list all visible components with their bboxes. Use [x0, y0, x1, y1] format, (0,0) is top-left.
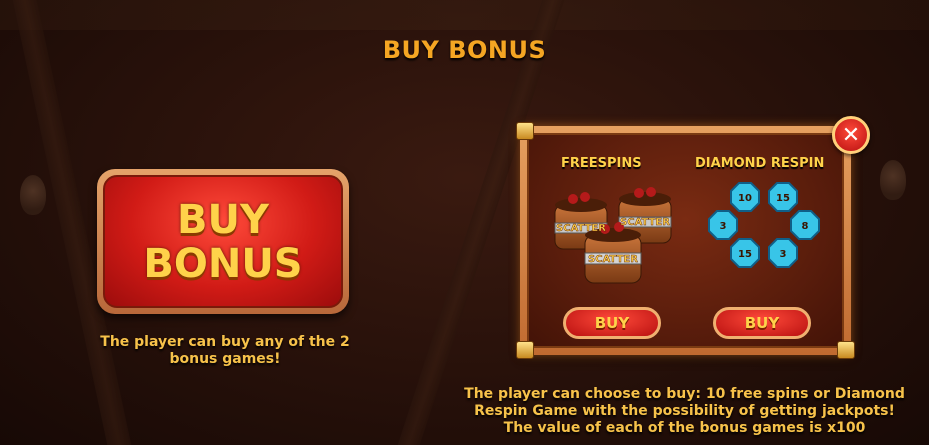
- diamond-respin-buy-button[interactable]: BUY: [713, 307, 811, 339]
- bottom-caption-line3: The value of each of the bonus games is …: [503, 420, 866, 436]
- diamond-gem: 3: [768, 238, 798, 268]
- diamond-gem: 3: [708, 210, 738, 240]
- light-bulb-icon: [880, 160, 906, 200]
- left-caption-line1: The player can buy any of the 2: [100, 334, 350, 350]
- buy-bonus-label-line1: BUY: [177, 196, 269, 243]
- diamond-gem: 15: [730, 238, 760, 268]
- svg-text:15: 15: [776, 193, 790, 204]
- diamond-gem: 15: [768, 182, 798, 212]
- svg-text:3: 3: [720, 221, 727, 232]
- svg-text:15: 15: [738, 249, 752, 260]
- svg-text:8: 8: [802, 221, 809, 232]
- rivet: [516, 122, 534, 140]
- freespins-title: FREESPINS: [561, 156, 642, 171]
- buy-bonus-label-line2: BONUS: [143, 240, 303, 287]
- left-caption: The player can buy any of the 2 bonus ga…: [60, 334, 390, 368]
- scatter-barrels-icon: SCATTER SCATTER SCATTER: [554, 187, 672, 284]
- left-caption-line2: bonus games!: [169, 351, 281, 367]
- close-button[interactable]: ✕: [832, 116, 870, 154]
- barrel-label: SCATTER: [620, 217, 670, 228]
- diamond-respin-title: DIAMOND RESPIN: [695, 156, 825, 171]
- page-title: BUY BONUS: [382, 36, 547, 64]
- svg-text:10: 10: [738, 193, 752, 204]
- bottom-caption: The player can choose to buy: 10 free sp…: [440, 386, 929, 437]
- light-bulb-icon: [20, 175, 46, 215]
- diamond-gem: 8: [790, 210, 820, 240]
- freespins-buy-button[interactable]: BUY: [563, 307, 661, 339]
- barrel-label: SCATTER: [556, 223, 606, 234]
- rivet: [837, 341, 855, 359]
- diamond-gem: 10: [730, 182, 760, 212]
- buy-bonus-button[interactable]: BUY BONUS: [97, 169, 349, 314]
- ceiling-beam: [0, 0, 929, 30]
- barrel-label: SCATTER: [588, 254, 638, 265]
- buy-bonus-panel: FREESPINS DIAMOND RESPIN SCATTER SCATTER…: [516, 122, 855, 359]
- svg-text:3: 3: [780, 249, 787, 260]
- diamond-ring-icon: 10 15 3 8 15 3: [708, 182, 820, 268]
- bottom-caption-line2: Respin Game with the possibility of gett…: [474, 403, 895, 419]
- bottom-caption-line1: The player can choose to buy: 10 free sp…: [464, 386, 905, 402]
- rivet: [516, 341, 534, 359]
